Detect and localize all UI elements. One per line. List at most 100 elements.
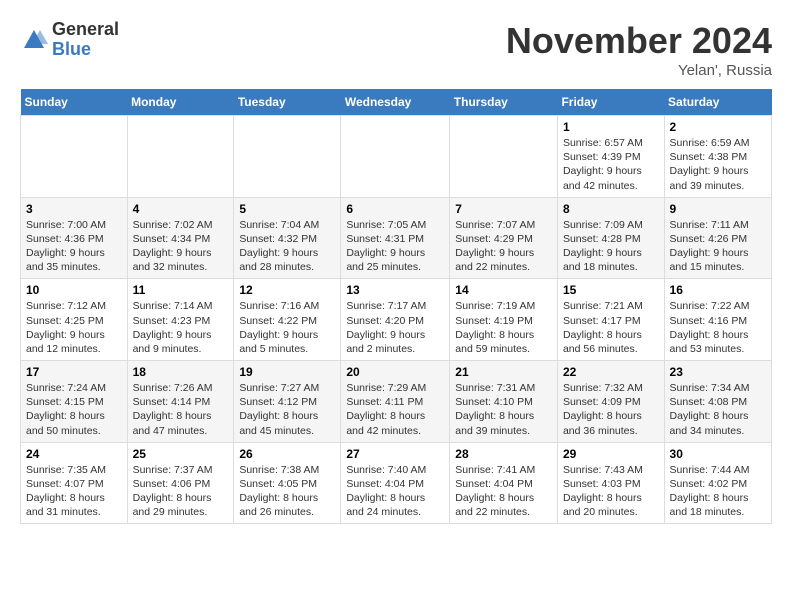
day-number: 24 [26, 447, 122, 461]
cell-content: Sunrise: 7:16 AM Sunset: 4:22 PM Dayligh… [239, 299, 335, 356]
calendar-cell: 13 Sunrise: 7:17 AM Sunset: 4:20 PM Dayli… [341, 279, 450, 361]
cell-content: Sunrise: 6:59 AM Sunset: 4:38 PM Dayligh… [670, 136, 766, 193]
day-of-week-header: Friday [557, 89, 664, 116]
calendar-cell: 28 Sunrise: 7:41 AM Sunset: 4:04 PM Dayli… [450, 442, 558, 524]
cell-content: Sunrise: 7:09 AM Sunset: 4:28 PM Dayligh… [563, 218, 659, 275]
calendar-cell [127, 116, 234, 198]
calendar-cell: 25 Sunrise: 7:37 AM Sunset: 4:06 PM Dayli… [127, 442, 234, 524]
day-number: 22 [563, 365, 659, 379]
day-number: 9 [670, 202, 766, 216]
cell-content: Sunrise: 7:19 AM Sunset: 4:19 PM Dayligh… [455, 299, 552, 356]
calendar-cell: 9 Sunrise: 7:11 AM Sunset: 4:26 PM Daylig… [664, 197, 771, 279]
calendar-week-row: 3Sunrise: 7:00 AM Sunset: 4:36 PM Daylig… [21, 197, 772, 279]
cell-content: Sunrise: 7:22 AM Sunset: 4:16 PM Dayligh… [670, 299, 766, 356]
calendar-cell: 6 Sunrise: 7:05 AM Sunset: 4:31 PM Daylig… [341, 197, 450, 279]
cell-content: Sunrise: 7:44 AM Sunset: 4:02 PM Dayligh… [670, 463, 766, 520]
calendar-cell: 27Sunrise: 7:40 AM Sunset: 4:04 PM Dayli… [341, 442, 450, 524]
calendar-cell: 12 Sunrise: 7:16 AM Sunset: 4:22 PM Dayli… [234, 279, 341, 361]
calendar-cell: 14Sunrise: 7:19 AM Sunset: 4:19 PM Dayli… [450, 279, 558, 361]
logo: General Blue [20, 20, 119, 60]
calendar-cell: 22Sunrise: 7:32 AM Sunset: 4:09 PM Dayli… [557, 361, 664, 443]
calendar-week-row: 24Sunrise: 7:35 AM Sunset: 4:07 PM Dayli… [21, 442, 772, 524]
logo-general: General [52, 20, 119, 40]
cell-content: Sunrise: 7:14 AM Sunset: 4:23 PM Dayligh… [133, 299, 229, 356]
calendar-cell: 8 Sunrise: 7:09 AM Sunset: 4:28 PM Daylig… [557, 197, 664, 279]
calendar-cell: 2 Sunrise: 6:59 AM Sunset: 4:38 PM Daylig… [664, 116, 771, 198]
calendar-cell: 29Sunrise: 7:43 AM Sunset: 4:03 PM Dayli… [557, 442, 664, 524]
calendar-cell [234, 116, 341, 198]
logo-icon [20, 26, 48, 54]
cell-content: Sunrise: 7:26 AM Sunset: 4:14 PM Dayligh… [133, 381, 229, 438]
cell-content: Sunrise: 7:21 AM Sunset: 4:17 PM Dayligh… [563, 299, 659, 356]
calendar-cell: 11Sunrise: 7:14 AM Sunset: 4:23 PM Dayli… [127, 279, 234, 361]
calendar-cell: 20 Sunrise: 7:29 AM Sunset: 4:11 PM Dayli… [341, 361, 450, 443]
day-number: 10 [26, 283, 122, 297]
calendar-week-row: 17 Sunrise: 7:24 AM Sunset: 4:15 PM Dayli… [21, 361, 772, 443]
day-number: 25 [133, 447, 229, 461]
location: Yelan', Russia [506, 62, 772, 79]
logo-blue: Blue [52, 40, 119, 60]
cell-content: Sunrise: 7:12 AM Sunset: 4:25 PM Dayligh… [26, 299, 122, 356]
day-of-week-header: Tuesday [234, 89, 341, 116]
day-number: 13 [346, 283, 444, 297]
calendar-cell: 19 Sunrise: 7:27 AM Sunset: 4:12 PM Dayli… [234, 361, 341, 443]
calendar-cell [341, 116, 450, 198]
cell-content: Sunrise: 7:07 AM Sunset: 4:29 PM Dayligh… [455, 218, 552, 275]
calendar-cell: 23 Sunrise: 7:34 AM Sunset: 4:08 PM Dayli… [664, 361, 771, 443]
calendar-cell: 10 Sunrise: 7:12 AM Sunset: 4:25 PM Dayli… [21, 279, 128, 361]
calendar-cell: 3Sunrise: 7:00 AM Sunset: 4:36 PM Daylig… [21, 197, 128, 279]
day-number: 12 [239, 283, 335, 297]
day-of-week-header: Thursday [450, 89, 558, 116]
day-of-week-header: Wednesday [341, 89, 450, 116]
cell-content: Sunrise: 7:05 AM Sunset: 4:31 PM Dayligh… [346, 218, 444, 275]
day-number: 23 [670, 365, 766, 379]
day-number: 7 [455, 202, 552, 216]
day-number: 19 [239, 365, 335, 379]
calendar-cell: 26 Sunrise: 7:38 AM Sunset: 4:05 PM Dayli… [234, 442, 341, 524]
calendar-cell: 16 Sunrise: 7:22 AM Sunset: 4:16 PM Dayli… [664, 279, 771, 361]
day-number: 1 [563, 120, 659, 134]
day-number: 8 [563, 202, 659, 216]
calendar-cell: 15 Sunrise: 7:21 AM Sunset: 4:17 PM Dayli… [557, 279, 664, 361]
calendar-cell: 17 Sunrise: 7:24 AM Sunset: 4:15 PM Dayli… [21, 361, 128, 443]
cell-content: Sunrise: 7:41 AM Sunset: 4:04 PM Dayligh… [455, 463, 552, 520]
day-number: 20 [346, 365, 444, 379]
day-number: 6 [346, 202, 444, 216]
calendar-cell: 30Sunrise: 7:44 AM Sunset: 4:02 PM Dayli… [664, 442, 771, 524]
day-of-week-header: Monday [127, 89, 234, 116]
cell-content: Sunrise: 7:43 AM Sunset: 4:03 PM Dayligh… [563, 463, 659, 520]
cell-content: Sunrise: 7:17 AM Sunset: 4:20 PM Dayligh… [346, 299, 444, 356]
logo-text: General Blue [52, 20, 119, 60]
cell-content: Sunrise: 7:24 AM Sunset: 4:15 PM Dayligh… [26, 381, 122, 438]
day-number: 15 [563, 283, 659, 297]
day-number: 2 [670, 120, 766, 134]
calendar-cell [21, 116, 128, 198]
day-number: 16 [670, 283, 766, 297]
calendar-table: SundayMondayTuesdayWednesdayThursdayFrid… [20, 89, 772, 524]
day-number: 27 [346, 447, 444, 461]
calendar-cell: 24Sunrise: 7:35 AM Sunset: 4:07 PM Dayli… [21, 442, 128, 524]
cell-content: Sunrise: 7:34 AM Sunset: 4:08 PM Dayligh… [670, 381, 766, 438]
cell-content: Sunrise: 7:27 AM Sunset: 4:12 PM Dayligh… [239, 381, 335, 438]
calendar-cell [450, 116, 558, 198]
page-header: General Blue November 2024 Yelan', Russi… [20, 20, 772, 79]
cell-content: Sunrise: 7:11 AM Sunset: 4:26 PM Dayligh… [670, 218, 766, 275]
day-number: 4 [133, 202, 229, 216]
cell-content: Sunrise: 7:29 AM Sunset: 4:11 PM Dayligh… [346, 381, 444, 438]
day-number: 21 [455, 365, 552, 379]
cell-content: Sunrise: 7:04 AM Sunset: 4:32 PM Dayligh… [239, 218, 335, 275]
calendar-cell: 1 Sunrise: 6:57 AM Sunset: 4:39 PM Daylig… [557, 116, 664, 198]
day-number: 17 [26, 365, 122, 379]
calendar-cell: 4 Sunrise: 7:02 AM Sunset: 4:34 PM Daylig… [127, 197, 234, 279]
day-of-week-header: Saturday [664, 89, 771, 116]
calendar-cell: 18Sunrise: 7:26 AM Sunset: 4:14 PM Dayli… [127, 361, 234, 443]
cell-content: Sunrise: 6:57 AM Sunset: 4:39 PM Dayligh… [563, 136, 659, 193]
cell-content: Sunrise: 7:37 AM Sunset: 4:06 PM Dayligh… [133, 463, 229, 520]
calendar-cell: 7 Sunrise: 7:07 AM Sunset: 4:29 PM Daylig… [450, 197, 558, 279]
day-number: 26 [239, 447, 335, 461]
calendar-header-row: SundayMondayTuesdayWednesdayThursdayFrid… [21, 89, 772, 116]
cell-content: Sunrise: 7:02 AM Sunset: 4:34 PM Dayligh… [133, 218, 229, 275]
day-number: 28 [455, 447, 552, 461]
calendar-cell: 5Sunrise: 7:04 AM Sunset: 4:32 PM Daylig… [234, 197, 341, 279]
cell-content: Sunrise: 7:38 AM Sunset: 4:05 PM Dayligh… [239, 463, 335, 520]
